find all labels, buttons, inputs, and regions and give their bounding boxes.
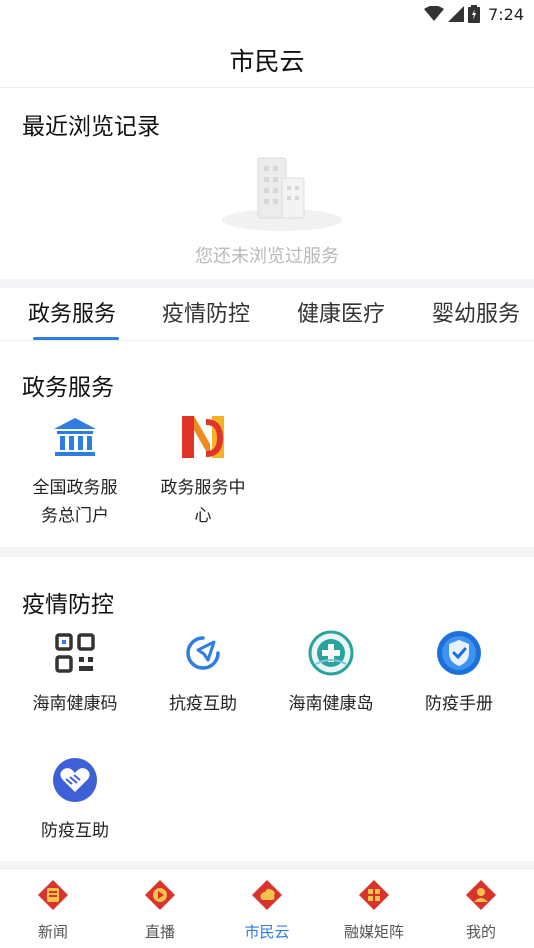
- tile-label: 全国政务服: [32, 478, 118, 498]
- divider: [0, 279, 534, 288]
- live-icon: [145, 880, 175, 910]
- nav-label: 融媒矩阵: [343, 923, 404, 941]
- divider: [0, 861, 534, 868]
- tab-government-services[interactable]: 政务服务: [28, 296, 116, 328]
- nav-news[interactable]: 新闻: [0, 869, 106, 948]
- nav-label: 我的: [465, 923, 496, 941]
- nav-label: 新闻: [37, 923, 68, 941]
- battery-icon: [468, 5, 481, 23]
- service-tile-antiepidemic-aid[interactable]: 抗疫互助: [139, 630, 267, 730]
- active-tab-indicator: [33, 337, 119, 340]
- recent-section: 最近浏览记录 您还未浏览过服务: [0, 89, 534, 279]
- news-icon: [38, 880, 68, 910]
- status-bar: 7:24: [0, 0, 534, 28]
- tab-health-medical[interactable]: 健康医疗: [297, 296, 385, 328]
- epidemic-control-section: 疫情防控 海南健康码 抗疫互助 海南健康岛 防疫手册 防疫互助: [0, 557, 534, 861]
- page-title: 市民云: [229, 47, 305, 76]
- status-time: 7:24: [488, 4, 524, 24]
- empty-state-text: 您还未浏览过服务: [195, 246, 339, 267]
- section-title: 疫情防控: [22, 592, 114, 618]
- bank-icon: [54, 418, 96, 456]
- media-matrix-icon: [359, 880, 389, 910]
- nav-citizen-cloud[interactable]: 市民云: [214, 869, 320, 948]
- tile-label: 抗疫互助: [169, 694, 237, 714]
- profile-icon: [466, 880, 496, 910]
- category-tabs: 政务服务 疫情防控 健康医疗 婴幼服务: [0, 288, 534, 341]
- divider: [0, 547, 534, 557]
- tab-epidemic-control[interactable]: 疫情防控: [162, 296, 250, 328]
- nav-media-matrix[interactable]: 融媒矩阵: [321, 869, 427, 948]
- citizen-cloud-icon: [252, 880, 282, 910]
- section-title: 政务服务: [22, 375, 114, 401]
- qr-code-icon: [55, 633, 95, 673]
- send-circle-icon: [186, 636, 220, 670]
- tile-label: 防疫互助: [41, 821, 109, 841]
- tile-label: 海南健康岛: [288, 694, 374, 714]
- nav-live[interactable]: 直播: [107, 869, 213, 948]
- recent-title: 最近浏览记录: [22, 114, 160, 140]
- nav-profile[interactable]: 我的: [428, 869, 534, 948]
- service-tile-prevention-handbook[interactable]: 防疫手册: [395, 630, 523, 730]
- bottom-navigation: 新闻 直播 市民云 融媒矩阵 我的: [0, 868, 534, 948]
- shield-icon: [437, 631, 481, 675]
- tile-label: 政务服务中: [160, 478, 246, 498]
- tile-label: 心: [194, 506, 212, 526]
- service-tile-gov-center[interactable]: 政务服务中 心: [139, 414, 267, 534]
- handshake-heart-icon: [53, 758, 97, 802]
- health-island-icon: [308, 630, 354, 676]
- nav-label: 直播: [144, 923, 175, 941]
- wifi-icon: [424, 6, 445, 21]
- service-tile-prevention-aid[interactable]: 防疫互助: [11, 757, 139, 857]
- cell-signal-icon: [448, 6, 465, 22]
- n-logo-icon: [182, 416, 224, 458]
- tile-label: 海南健康码: [32, 694, 118, 714]
- status-icons: 7:24: [424, 3, 524, 25]
- service-tile-health-code[interactable]: 海南健康码: [11, 630, 139, 730]
- empty-buildings-illustration: [222, 157, 342, 231]
- service-tile-national-portal[interactable]: 全国政务服 务总门户: [11, 414, 139, 534]
- tile-label: 务总门户: [41, 506, 109, 526]
- app-bar: 市民云: [0, 28, 534, 88]
- tile-label: 防疫手册: [425, 694, 493, 714]
- nav-label: 市民云: [244, 923, 290, 941]
- tab-infant-services[interactable]: 婴幼服务: [432, 296, 520, 328]
- government-services-section: 政务服务 全国政务服 务总门户 政务服务中 心: [0, 342, 534, 547]
- service-tile-health-island[interactable]: 海南健康岛: [267, 630, 395, 730]
